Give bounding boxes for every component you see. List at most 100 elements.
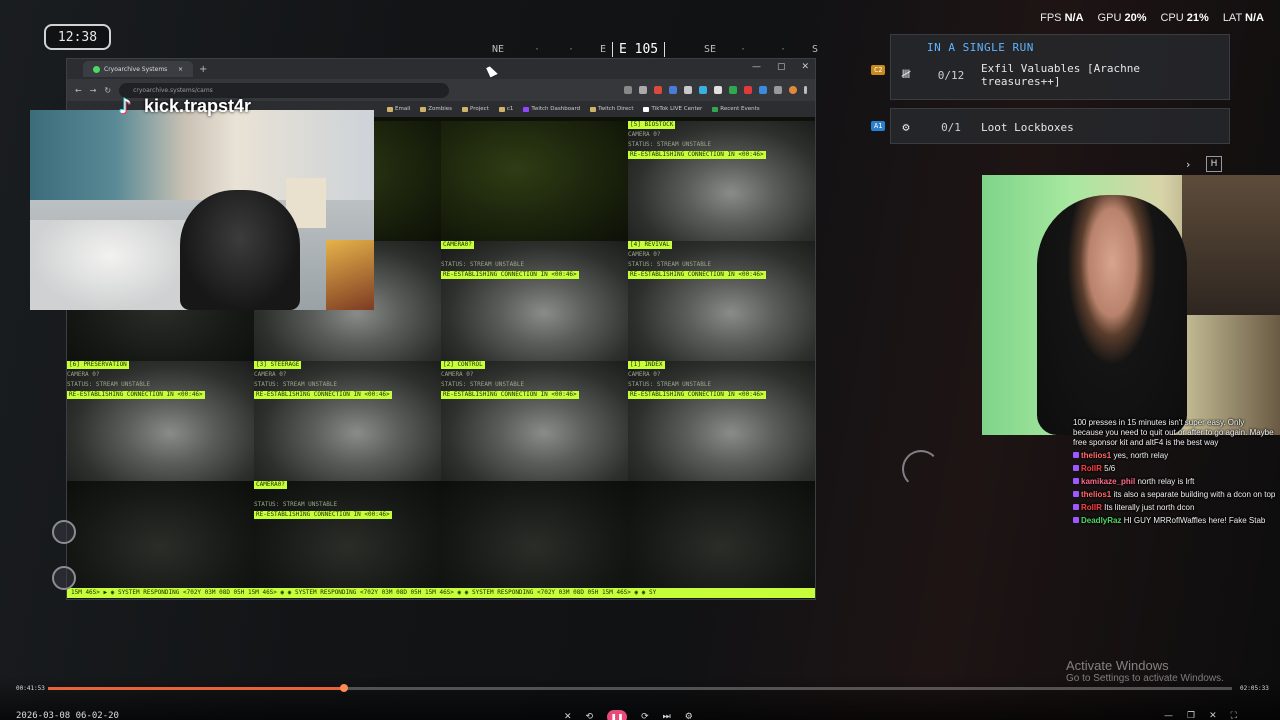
chat-username[interactable]: thelios1 xyxy=(1081,451,1111,460)
chat-message: thelios1 yes, north relay xyxy=(1070,451,1276,461)
chat-username[interactable]: thelios1 xyxy=(1081,490,1111,499)
extension-icon[interactable] xyxy=(654,86,662,94)
playback-controls: ✕ ⟲ ❚❚ ⟳ ⏭ ⚙ xyxy=(564,710,693,720)
back-icon[interactable]: ← xyxy=(75,86,82,95)
extension-icon[interactable] xyxy=(684,86,692,94)
minimize-icon[interactable]: — xyxy=(1164,711,1173,720)
bookmark-item[interactable]: Project xyxy=(462,106,489,112)
system-status-ticker: 15M 46S> ▶ ◉ SYSTEM RESPONDING <702Y 03M… xyxy=(67,588,815,598)
chat-text: 100 presses in 15 minutes isn't super ea… xyxy=(1073,418,1274,447)
camera-feed: CAMERA0? STATUS: STREAM UNSTABLE RE-ESTABL… xyxy=(441,241,628,361)
quest-count: 0/12 xyxy=(937,68,965,82)
loading-spinner xyxy=(902,450,940,488)
tab-title: Cryoarchive Systems xyxy=(104,65,168,73)
next-icon[interactable]: ⏭ xyxy=(663,712,671,720)
close-window-icon[interactable]: ✕ xyxy=(801,62,809,72)
browser-tab[interactable]: Cryoarchive Systems × xyxy=(83,61,193,77)
camera-connection: RE-ESTABLISHING CONNECTION IN <00:46> xyxy=(628,271,766,279)
bookmark-item[interactable]: TikTok LIVE Center xyxy=(643,106,702,112)
forward-icon[interactable]: → xyxy=(90,86,97,95)
side-avatar-button[interactable] xyxy=(52,566,76,590)
camera-image xyxy=(628,361,815,481)
bookmark-star-icon[interactable] xyxy=(639,86,647,94)
seek-bar[interactable] xyxy=(48,684,1232,692)
extension-icon[interactable] xyxy=(669,86,677,94)
seek-thumb[interactable] xyxy=(340,684,348,692)
stat-lat: LAT N/A xyxy=(1222,12,1264,24)
chat-message: RollR Its literally just north dcon xyxy=(1070,503,1276,513)
performance-stats: FPS N/A GPU 20% CPU 21% LAT N/A xyxy=(1040,12,1264,24)
chat-message: 100 presses in 15 minutes isn't super ea… xyxy=(1070,418,1276,448)
bookmark-item[interactable]: Twitch Dashboard xyxy=(523,106,580,112)
chat-username[interactable]: RollR xyxy=(1081,503,1102,512)
chevron-right-icon[interactable]: › xyxy=(1186,158,1190,171)
menu-icon[interactable] xyxy=(804,86,807,94)
minimize-icon[interactable]: — xyxy=(752,62,761,72)
camera-status: STATUS: STREAM UNSTABLE xyxy=(254,501,338,508)
camera-connection: RE-ESTABLISHING CONNECTION IN <00:46> xyxy=(441,391,579,399)
bookmark-item[interactable]: Recent Events xyxy=(712,106,760,112)
camera-connection: RE-ESTABLISHING CONNECTION IN <00:46> xyxy=(628,391,766,399)
camera-name: CAMERA0? xyxy=(254,481,287,489)
camera-status: STATUS: STREAM UNSTABLE xyxy=(67,381,151,388)
key-hint: H xyxy=(1206,156,1222,172)
camera-feed: [5] BIOSTOCK CAMERA 0? STATUS: STREAM UNST… xyxy=(628,121,815,241)
camera-id: CAMERA 0? xyxy=(67,371,100,378)
camera-status: STATUS: STREAM UNSTABLE xyxy=(628,141,712,148)
chat-username[interactable]: kamikaze_phil xyxy=(1081,477,1135,486)
fullscreen-icon[interactable]: ⛶ xyxy=(1231,711,1237,720)
quest-badge: A1 xyxy=(871,121,886,131)
extension-icon[interactable] xyxy=(714,86,722,94)
social-handle-overlay: ♪ kick.trapst4r xyxy=(112,92,251,120)
extension-icon[interactable] xyxy=(699,86,707,94)
extension-icon[interactable] xyxy=(774,86,782,94)
bookmark-item[interactable]: Zombies xyxy=(420,106,452,112)
settings-icon[interactable]: ⚙ xyxy=(685,712,693,720)
badge-icon xyxy=(1073,452,1079,458)
skip-back-icon[interactable]: ⟲ xyxy=(586,712,594,720)
quest-tracker: IN A SINGLE RUN C2 𝍸 0/12 Exfil Valuable… xyxy=(871,34,1230,172)
extension-icon[interactable] xyxy=(759,86,767,94)
chat-text: Its literally just north dcon xyxy=(1104,503,1195,512)
camera-image xyxy=(67,481,254,599)
camera-feed xyxy=(441,121,628,241)
bookmark-item[interactable]: Twitch Direct xyxy=(590,106,633,112)
chat-username[interactable]: RollR xyxy=(1081,464,1102,473)
badge-icon xyxy=(1073,491,1079,497)
restore-icon[interactable]: ❐ xyxy=(1187,711,1195,720)
profile-avatar[interactable] xyxy=(789,86,797,94)
camera-image xyxy=(254,361,441,481)
close-icon[interactable]: ✕ xyxy=(564,712,572,720)
total-time: 02:05:33 xyxy=(1240,685,1269,692)
chat-message: RollR 5/6 xyxy=(1070,464,1276,474)
compass-label: SE xyxy=(704,44,717,55)
favicon-icon xyxy=(93,65,100,73)
camera-status: STATUS: STREAM UNSTABLE xyxy=(441,261,525,268)
reload-icon[interactable]: ↻ xyxy=(104,86,111,95)
bookmark-item[interactable]: Email xyxy=(387,106,410,112)
camera-feed xyxy=(67,481,254,599)
new-tab-button[interactable]: + xyxy=(199,64,207,75)
chat-username[interactable]: DeadlyRaz xyxy=(1081,516,1121,525)
close-icon[interactable]: ✕ xyxy=(1209,711,1217,720)
bookmark-item[interactable]: c1 xyxy=(498,106,513,112)
camera-status: STATUS: STREAM UNSTABLE xyxy=(254,381,338,388)
camera-image xyxy=(628,241,815,361)
camera-status: STATUS: STREAM UNSTABLE xyxy=(441,381,525,388)
quest-header: IN A SINGLE RUN xyxy=(927,41,1034,54)
camera-connection: RE-ESTABLISHING CONNECTION IN <00:46> xyxy=(254,391,392,399)
maximize-icon[interactable]: ▢ xyxy=(777,62,786,72)
extension-icon[interactable] xyxy=(744,86,752,94)
camera-name: [5] BIOSTOCK xyxy=(628,121,676,129)
search-icon[interactable] xyxy=(624,86,632,94)
tiktok-icon: ♪ xyxy=(118,94,132,118)
side-avatar-button[interactable] xyxy=(52,520,76,544)
pause-button[interactable]: ❚❚ xyxy=(607,710,628,720)
extension-icon[interactable] xyxy=(729,86,737,94)
streamer-figure xyxy=(180,190,300,310)
camera-status: STATUS: STREAM UNSTABLE xyxy=(628,381,712,388)
close-tab-icon[interactable]: × xyxy=(178,66,183,73)
camera-feed: [2] CONTROL CAMERA 0? STATUS: STREAM UNSTA… xyxy=(441,361,628,481)
skip-forward-icon[interactable]: ⟳ xyxy=(641,712,649,720)
camera-name: [6] PRESERVATION xyxy=(67,361,129,369)
